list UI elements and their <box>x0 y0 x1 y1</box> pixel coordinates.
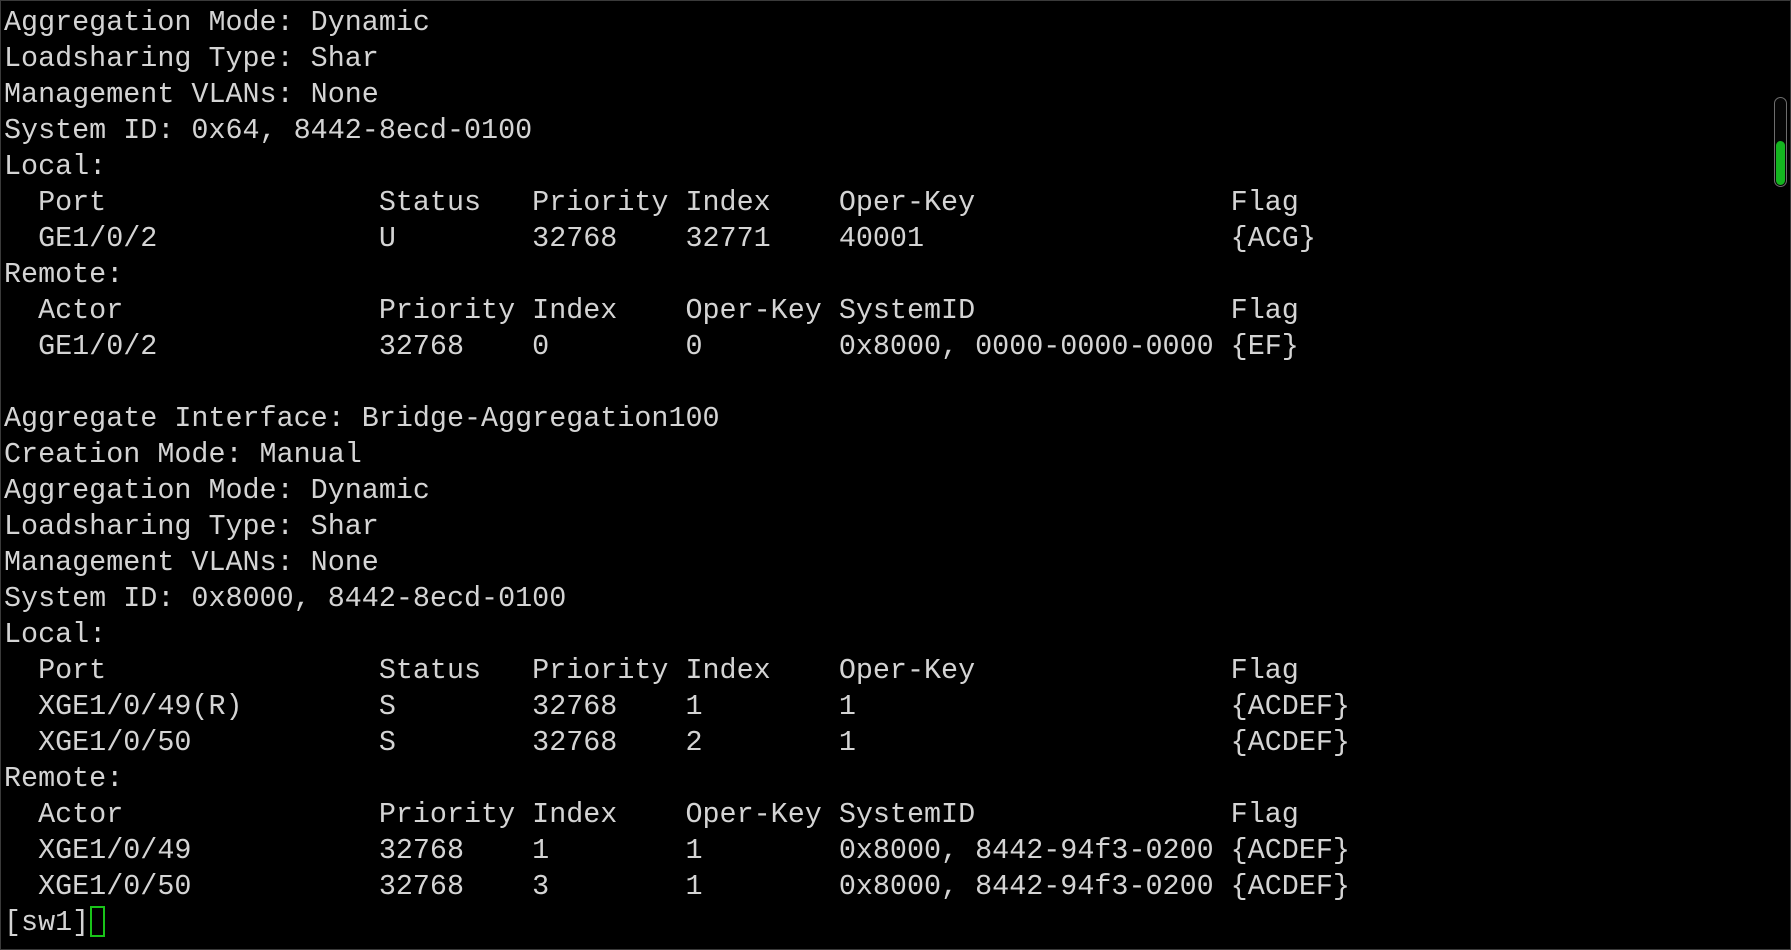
output-line: System ID: 0x8000, 8442-8ecd-0100 <box>4 582 567 615</box>
output-line: Loadsharing Type: Shar <box>4 42 379 75</box>
command-prompt: [sw1] <box>4 906 90 939</box>
output-line: Actor Priority Index Oper-Key SystemID F… <box>4 294 1299 327</box>
output-line: Local: <box>4 618 107 651</box>
output-line: Remote: <box>4 258 124 291</box>
output-line: System ID: 0x64, 8442-8ecd-0100 <box>4 114 533 147</box>
output-line: XGE1/0/49 32768 1 1 0x8000, 8442-94f3-02… <box>4 834 1350 867</box>
output-line: Port Status Priority Index Oper-Key Flag <box>4 654 1299 687</box>
output-line: Loadsharing Type: Shar <box>4 510 379 543</box>
output-line: XGE1/0/50 32768 3 1 0x8000, 8442-94f3-02… <box>4 870 1350 903</box>
terminal-output: Aggregation Mode: Dynamic Loadsharing Typ… <box>4 5 1350 941</box>
output-line: Local: <box>4 150 107 183</box>
terminal-window[interactable]: Aggregation Mode: Dynamic Loadsharing Typ… <box>0 0 1791 950</box>
command-prompt-line[interactable]: [sw1] <box>4 905 1350 941</box>
output-line: Aggregation Mode: Dynamic <box>4 474 430 507</box>
output-line: Management VLANs: None <box>4 78 379 111</box>
output-line: Aggregate Interface: Bridge-Aggregation1… <box>4 402 720 435</box>
output-line: Management VLANs: None <box>4 546 379 579</box>
output-line: Remote: <box>4 762 124 795</box>
output-line: Actor Priority Index Oper-Key SystemID F… <box>4 798 1299 831</box>
vertical-scrollbar[interactable] <box>1774 97 1787 187</box>
output-line: GE1/0/2 32768 0 0 0x8000, 0000-0000-0000… <box>4 330 1299 363</box>
output-line: XGE1/0/49(R) S 32768 1 1 {ACDEF} <box>4 690 1350 723</box>
output-line: Creation Mode: Manual <box>4 438 362 471</box>
text-cursor[interactable] <box>90 906 106 937</box>
output-line: XGE1/0/50 S 32768 2 1 {ACDEF} <box>4 726 1350 759</box>
output-line: Aggregation Mode: Dynamic <box>4 6 430 39</box>
output-line: GE1/0/2 U 32768 32771 40001 {ACG} <box>4 222 1316 255</box>
output-line: Port Status Priority Index Oper-Key Flag <box>4 186 1299 219</box>
scrollbar-thumb[interactable] <box>1776 141 1785 185</box>
